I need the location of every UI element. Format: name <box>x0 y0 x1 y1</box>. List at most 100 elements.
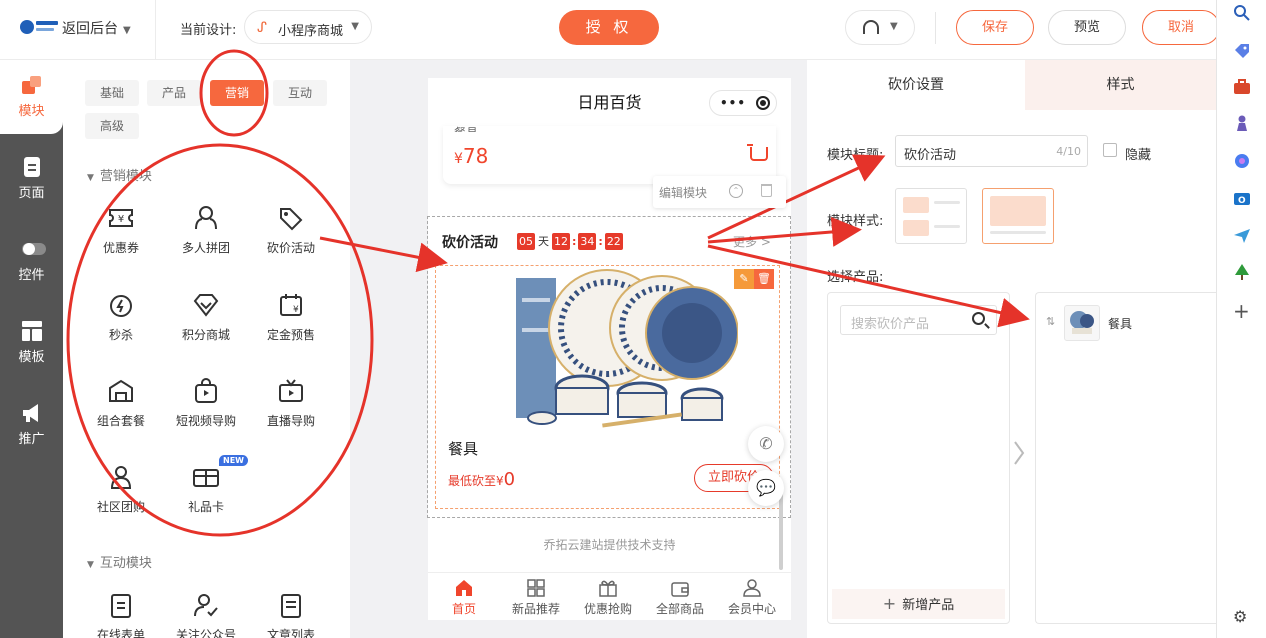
tab-style[interactable]: 样式 <box>1025 60 1216 110</box>
section-label: 营销模块 <box>99 169 152 184</box>
component-label: 在线表单 <box>96 628 145 638</box>
style-option-large-image[interactable] <box>982 188 1054 244</box>
component-label: 优惠券 <box>102 241 139 255</box>
component-community-group[interactable]: 社区团购 <box>83 464 159 534</box>
nav-item-modules[interactable]: 模块 <box>0 60 63 134</box>
search-input[interactable]: 搜索砍价产品 <box>840 305 997 335</box>
delete-icon[interactable]: 🗑 <box>754 269 774 289</box>
cart-icon[interactable] <box>747 144 768 161</box>
nav-item-templates[interactable]: 模板 <box>0 306 63 380</box>
chess-piece-icon[interactable] <box>1233 114 1251 132</box>
tree-icon[interactable] <box>1233 263 1251 281</box>
chevron-right-icon[interactable] <box>1013 440 1025 466</box>
edit-pencil-icon[interactable]: ✎ <box>734 269 754 289</box>
customer-service-button[interactable]: ▼ <box>845 10 915 45</box>
tab-product[interactable]: 产品 <box>147 80 201 106</box>
add-product-button[interactable]: + 新增产品 <box>832 589 1005 619</box>
move-up-icon[interactable]: ⌃ <box>729 184 743 198</box>
back-to-admin-button[interactable]: 返回后台 ▼ <box>62 18 131 38</box>
component-deposit-presale[interactable]: ¥ 定金预售 <box>253 292 329 362</box>
save-button[interactable]: 保存 <box>956 10 1034 45</box>
close-circle-icon <box>756 96 770 110</box>
component-combo[interactable]: 组合套餐 <box>83 378 159 448</box>
preview-button[interactable]: 预览 <box>1048 10 1126 45</box>
component-coupon[interactable]: ¥ 优惠券 <box>83 205 159 275</box>
toolbox-icon[interactable] <box>1233 78 1251 96</box>
component-article-list[interactable]: 文章列表 <box>253 592 329 638</box>
product-name: 餐具 <box>454 124 478 132</box>
more-link[interactable]: 更多 > <box>733 233 771 250</box>
module-title-input[interactable]: 砍价活动 4/10 <box>895 135 1088 167</box>
tag-icon[interactable] <box>1233 42 1251 60</box>
svg-text:¥: ¥ <box>293 305 299 315</box>
tab-home[interactable]: 首页 <box>428 579 500 617</box>
tab-advanced[interactable]: 高级 <box>85 113 139 139</box>
browser-sidebar: O + ⚙ <box>1216 0 1266 638</box>
tab-member-center[interactable]: 会员中心 <box>716 579 788 617</box>
select-product-label: 选择产品: <box>827 270 884 285</box>
cancel-button[interactable]: 取消 <box>1142 10 1220 45</box>
plus-icon: + <box>882 594 897 613</box>
phone-call-icon[interactable]: ✆ <box>748 426 784 462</box>
stopwatch-icon <box>107 292 135 318</box>
component-online-form[interactable]: 在线表单 <box>83 592 159 638</box>
section-header-marketing[interactable]: ▼ 营销模块 <box>87 165 152 184</box>
component-points-mall[interactable]: 积分商城 <box>168 292 244 362</box>
canvas-scrollbar[interactable] <box>779 490 783 570</box>
brand-logo <box>20 19 58 35</box>
sort-icon[interactable]: ⇅ <box>1046 315 1055 328</box>
tab-label: 全部商品 <box>655 602 704 616</box>
countdown: 05 天 12:34:22 <box>517 233 623 250</box>
product-name: 餐具 <box>1108 317 1133 331</box>
nav-item-controls[interactable]: 控件 <box>0 224 63 298</box>
search-icon[interactable] <box>972 312 985 325</box>
nav-label: 模板 <box>18 350 45 365</box>
add-icon[interactable]: + <box>1233 301 1250 321</box>
component-label: 秒杀 <box>108 328 133 342</box>
edit-module-button[interactable]: 编辑模块 <box>659 184 707 201</box>
component-follow-account[interactable]: 关注公众号 <box>168 592 244 638</box>
char-count: 4/10 <box>1056 145 1081 158</box>
tab-marketing[interactable]: 营销 <box>210 80 264 106</box>
day-unit: 天 <box>538 235 549 248</box>
group-icon <box>192 205 220 231</box>
currency-symbol: ¥ <box>496 474 504 488</box>
search-icon[interactable] <box>1233 4 1251 22</box>
component-live[interactable]: 直播导购 <box>253 378 329 448</box>
section-label: 互动模块 <box>99 556 152 571</box>
document-icon <box>277 592 305 618</box>
gear-icon[interactable]: ⚙ <box>1233 607 1247 626</box>
price-value: 78 <box>462 144 489 168</box>
tab-deals[interactable]: 优惠抢购 <box>572 579 644 617</box>
tab-bargain-settings[interactable]: 砍价设置 <box>807 60 1025 110</box>
hide-checkbox[interactable] <box>1103 143 1117 157</box>
delete-icon[interactable] <box>761 184 772 197</box>
tab-new-products[interactable]: 新品推荐 <box>500 579 572 617</box>
component-flash-sale[interactable]: 秒杀 <box>83 292 159 362</box>
product-item[interactable]: ✎ 🗑 餐具 最低砍至¥0 立即砍价 <box>435 265 780 509</box>
component-group-buy[interactable]: 多人拼团 <box>168 205 244 275</box>
component-short-video[interactable]: 短视频导购 <box>168 378 244 448</box>
wechat-chat-icon[interactable]: 💬 <box>748 470 784 506</box>
bargain-module[interactable]: 砍价活动 05 天 12:34:22 更多 > ✎ 🗑 餐具 最低砍至¥0 立即… <box>427 216 791 518</box>
section-header-interaction[interactable]: ▼ 互动模块 <box>87 552 152 571</box>
community-icon <box>107 464 135 490</box>
authorize-button[interactable]: 授 权 <box>559 10 659 45</box>
add-product-label: 新增产品 <box>902 598 955 613</box>
tab-all-products[interactable]: 全部商品 <box>644 579 716 617</box>
caret-down-icon: ▼ <box>87 173 94 183</box>
component-gift-card[interactable]: 礼品卡 <box>168 464 244 534</box>
nav-item-pages[interactable]: 页面 <box>0 142 63 216</box>
copilot-icon[interactable] <box>1233 152 1251 170</box>
nav-item-promote[interactable]: 推广 <box>0 388 63 462</box>
style-option-list[interactable] <box>895 188 967 244</box>
send-icon[interactable] <box>1233 227 1251 245</box>
mini-program-capsule[interactable]: ••• <box>709 90 777 116</box>
design-select[interactable]: ᔑ 小程序商城 ▼ <box>244 10 372 44</box>
tab-interaction[interactable]: 互动 <box>273 80 327 106</box>
new-badge: NEW <box>219 455 248 466</box>
module-style-label: 模块样式: <box>827 214 884 229</box>
component-bargain[interactable]: 砍价活动 <box>253 205 329 275</box>
tab-basic[interactable]: 基础 <box>85 80 139 106</box>
outlook-icon[interactable]: O <box>1233 190 1251 208</box>
